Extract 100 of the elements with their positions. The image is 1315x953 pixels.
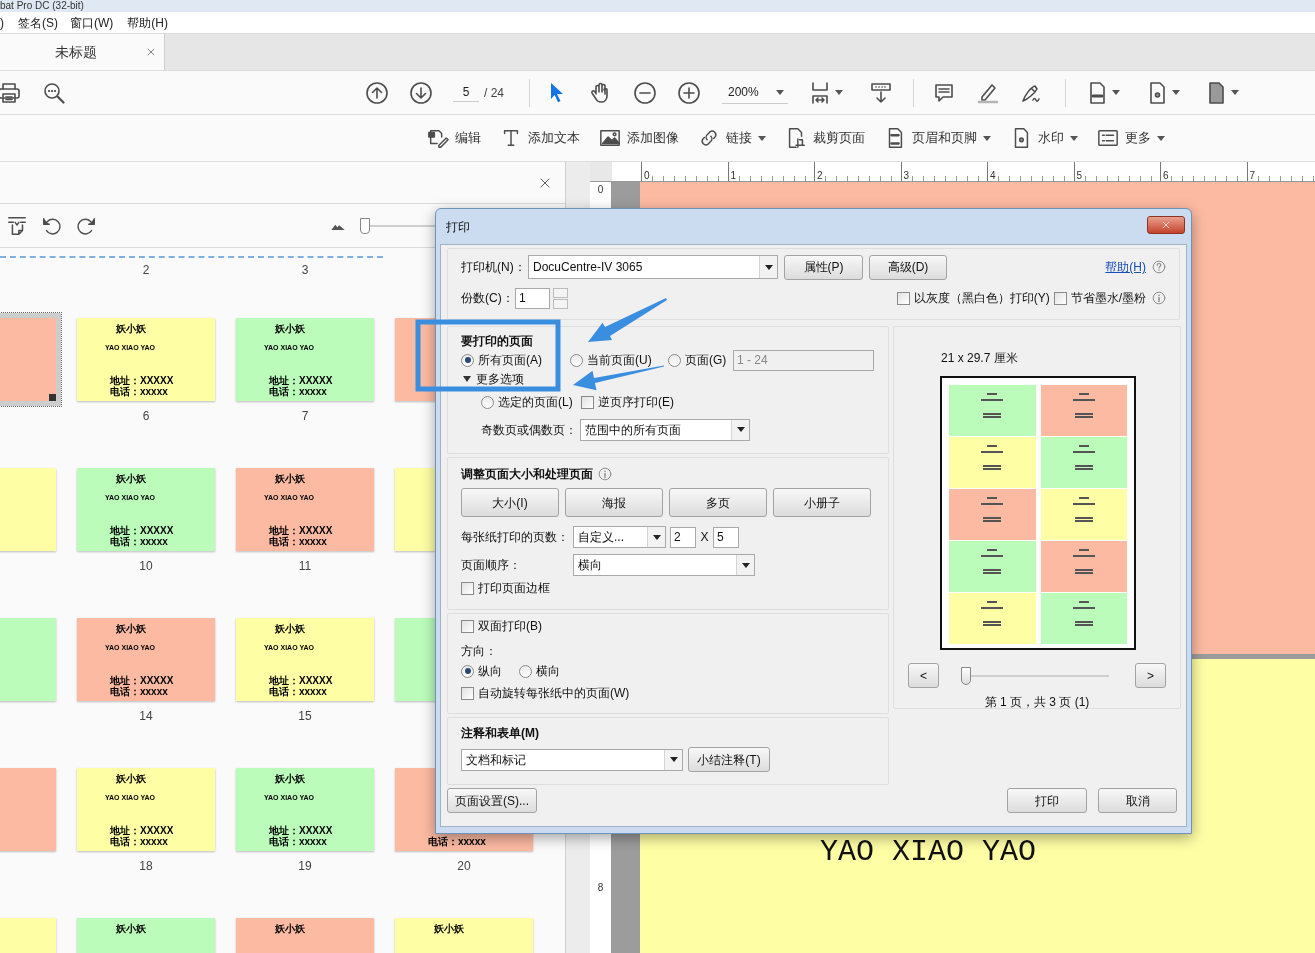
page-thumbnail[interactable]: 妖小妖 xyxy=(395,918,533,953)
tool-button[interactable]: 裁剪页面 xyxy=(785,127,865,149)
button[interactable]: 小结注释(T) xyxy=(688,747,770,772)
expander-label[interactable]: 更多选项 xyxy=(476,372,524,386)
caret-icon[interactable] xyxy=(652,534,661,540)
zoom-field[interactable]: 200% xyxy=(722,81,788,104)
menu-item[interactable]: 窗口(W) xyxy=(70,13,114,32)
checkbox[interactable] xyxy=(1053,291,1067,305)
input-field[interactable]: 2 xyxy=(670,526,696,548)
page-thumbnail[interactable]: 妖小妖 xyxy=(77,918,215,953)
caret-icon[interactable] xyxy=(983,135,991,141)
tool-button[interactable]: 添加图像 xyxy=(599,127,679,149)
printer-icon[interactable] xyxy=(0,80,21,105)
page-number-field[interactable]: 5 xyxy=(453,83,479,102)
close-button[interactable] xyxy=(1147,216,1185,234)
dropdown[interactable]: 范围中的所有页面 xyxy=(580,418,750,441)
radio-button[interactable] xyxy=(481,395,494,409)
tool-button[interactable]: 页眉和页脚 xyxy=(884,127,991,149)
tool-button[interactable]: 添加文本 xyxy=(500,127,580,149)
checkbox-label[interactable]: 双面打印(B) xyxy=(478,617,542,635)
radio-button[interactable] xyxy=(519,664,532,678)
button[interactable]: 多页 xyxy=(669,488,767,517)
button[interactable]: < xyxy=(908,663,939,688)
caret-icon[interactable] xyxy=(1231,90,1239,95)
caret-icon[interactable] xyxy=(741,562,750,568)
input-field[interactable]: 1 xyxy=(515,287,550,309)
magnifier-icon[interactable] xyxy=(42,80,66,105)
list-icon[interactable] xyxy=(1097,127,1119,149)
menu-item[interactable]: 帮助(H) xyxy=(127,13,168,32)
tool-button[interactable]: 水印 xyxy=(1010,127,1078,149)
page-slider[interactable] xyxy=(959,666,1109,685)
zoom-out-icon[interactable] xyxy=(633,80,657,105)
caret-icon[interactable] xyxy=(669,757,678,762)
caret-icon[interactable] xyxy=(1112,90,1120,95)
menu-item[interactable]: ) xyxy=(0,13,4,32)
tab-label[interactable]: 未标题 xyxy=(55,41,97,63)
radio-label[interactable]: 所有页面(A) xyxy=(478,351,542,369)
slider-thumb[interactable] xyxy=(360,217,370,234)
checkbox[interactable] xyxy=(896,291,910,305)
checkbox[interactable] xyxy=(461,686,474,700)
help-link[interactable]: 帮助(H) xyxy=(1105,258,1146,276)
dropdown[interactable]: 自定义... xyxy=(573,526,666,548)
radio-button[interactable] xyxy=(461,353,474,367)
radio-button[interactable] xyxy=(668,353,681,367)
menu-item[interactable]: 签名(S) xyxy=(18,13,58,32)
close-icon[interactable] xyxy=(538,175,552,190)
checkbox-label[interactable]: 节省墨水/墨粉 xyxy=(1070,289,1146,307)
resize-handle[interactable] xyxy=(49,394,56,401)
info-icon[interactable] xyxy=(598,467,612,481)
radio-label[interactable]: 选定的页面(L) xyxy=(498,393,573,411)
dropdown[interactable]: 横向 xyxy=(573,554,755,576)
edit-icon[interactable] xyxy=(427,127,449,149)
checkbox[interactable] xyxy=(461,581,474,595)
button[interactable]: 高级(D) xyxy=(869,254,947,280)
radio-label[interactable]: 页面(G) xyxy=(685,351,727,369)
radio-label[interactable]: 横向 xyxy=(536,662,560,680)
button[interactable]: 大小(I) xyxy=(461,488,559,517)
radio-button[interactable] xyxy=(461,664,474,678)
caret-icon[interactable] xyxy=(758,135,766,141)
scroll-icon[interactable] xyxy=(869,80,893,105)
button[interactable]: 属性(P) xyxy=(784,254,863,280)
help-icon[interactable] xyxy=(1152,260,1166,274)
link-icon[interactable] xyxy=(698,127,720,149)
info-icon[interactable] xyxy=(1152,291,1166,305)
caret-icon[interactable] xyxy=(764,264,773,270)
caret-icon[interactable] xyxy=(776,89,784,95)
caret-icon[interactable] xyxy=(835,90,843,95)
checkbox[interactable] xyxy=(581,395,594,409)
button[interactable]: 海报 xyxy=(565,488,663,517)
caret-icon[interactable] xyxy=(736,427,745,432)
dropdown[interactable]: DocuCentre-IV 3065 xyxy=(528,255,778,279)
radio-label[interactable]: 纵向 xyxy=(478,662,502,680)
tool-button[interactable]: 更多 xyxy=(1097,127,1165,149)
tool-button[interactable]: 编辑 xyxy=(427,127,481,149)
expander-icon[interactable] xyxy=(463,375,471,383)
button[interactable]: > xyxy=(1135,663,1166,688)
button[interactable]: 打印 xyxy=(1007,788,1087,813)
close-icon[interactable] xyxy=(146,47,156,57)
caret-icon[interactable] xyxy=(1070,135,1078,141)
checkbox[interactable] xyxy=(461,619,474,633)
button[interactable]: 取消 xyxy=(1098,788,1177,813)
caret-icon[interactable] xyxy=(1172,90,1180,95)
checkbox-label[interactable]: 自动旋转每张纸中的页面(W) xyxy=(478,684,630,702)
input-field[interactable]: 5 xyxy=(713,526,739,548)
button[interactable]: 小册子 xyxy=(773,488,871,517)
tool-button[interactable]: 链接 xyxy=(698,127,766,149)
insert-pages-icon[interactable] xyxy=(6,214,28,237)
dropdown[interactable]: 文档和标记 xyxy=(461,748,683,771)
checkbox-label[interactable]: 以灰度（黑白色）打印(Y) xyxy=(913,289,1050,307)
radio-label[interactable]: 当前页面(U) xyxy=(587,351,652,369)
image-icon[interactable] xyxy=(599,127,621,149)
caret-icon[interactable] xyxy=(1157,135,1165,141)
zoom-in-icon[interactable] xyxy=(677,80,701,105)
document-tab[interactable]: 未标题 xyxy=(0,34,165,70)
radio-button[interactable] xyxy=(570,353,583,367)
page-thumbnail[interactable]: 妖小妖 xyxy=(236,918,374,953)
slider-thumb[interactable] xyxy=(961,666,971,685)
checkbox-label[interactable]: 逆页序打印(E) xyxy=(598,393,674,411)
checkbox-label[interactable]: 打印页面边框 xyxy=(478,579,550,597)
button[interactable]: 页面设置(S)... xyxy=(447,788,537,813)
